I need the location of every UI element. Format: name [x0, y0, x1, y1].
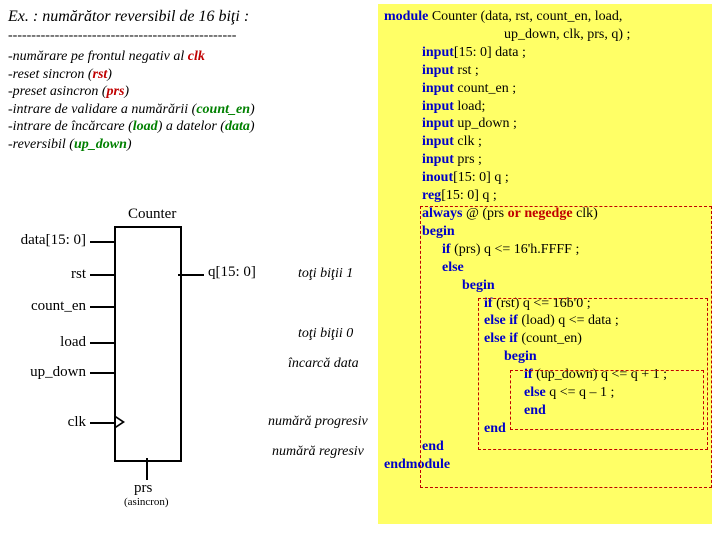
- pin-rst-line: [90, 274, 114, 276]
- code-port-q: inout[15: 0] q ;: [384, 169, 706, 187]
- spec-line-3: -preset asincron (prs): [8, 83, 368, 101]
- spec-line-2: -reset sincron (rst): [8, 66, 368, 84]
- code-if-prs: if (prs) q <= 16'h.FFFF ;: [384, 241, 706, 259]
- pin-counten-line: [90, 306, 114, 308]
- spec-line-6: -reversibil (up_down): [8, 136, 368, 154]
- code-begin3: begin: [384, 348, 706, 366]
- code-port-ce: input count_en ;: [384, 80, 706, 98]
- spec-line-4: -intrare de validare a numărării (count_…: [8, 101, 368, 119]
- verilog-code: module Counter (data, rst, count_en, loa…: [378, 4, 712, 524]
- code-else-dec: else q <= q – 1 ;: [384, 384, 706, 402]
- clk-edge-icon: [116, 416, 125, 428]
- spec-line-5: -intrare de încărcare (load) a datelor (…: [8, 118, 368, 136]
- code-begin2: begin: [384, 277, 706, 295]
- code-port-clk: input clk ;: [384, 133, 706, 151]
- pin-clk-line: [90, 422, 114, 424]
- pin-updown-label: up_down: [8, 364, 86, 381]
- code-end1: end: [384, 438, 706, 456]
- code-end2: end: [384, 420, 706, 438]
- pin-clk-label: clk: [8, 414, 86, 431]
- annot-all-zeros: toţi biţii 0: [298, 326, 353, 342]
- spec-line-1: -numărare pe frontul negativ al clk: [8, 48, 368, 66]
- code-else1: else: [384, 259, 706, 277]
- annot-count-down: numără regresiv: [272, 444, 364, 460]
- code-always: always @ (prs or negedge clk): [384, 205, 706, 223]
- pin-load-label: load: [8, 334, 86, 351]
- code-port-data: input[15: 0] data ;: [384, 44, 706, 62]
- block-diagram: Counter data[15: 0] rst count_en load up…: [8, 206, 378, 516]
- annot-load-data: încarcă data: [288, 356, 359, 372]
- code-module-decl2: up_down, clk, prs, q) ;: [384, 26, 706, 44]
- pin-counten-label: count_en: [8, 298, 86, 315]
- code-port-ud: input up_down ;: [384, 115, 706, 133]
- code-port-rst: input rst ;: [384, 62, 706, 80]
- pin-load-line: [90, 342, 114, 344]
- code-begin1: begin: [384, 223, 706, 241]
- counter-block-label: Counter: [128, 206, 176, 223]
- code-module-decl: module Counter (data, rst, count_en, loa…: [384, 8, 706, 26]
- pin-prs-label: prs: [134, 480, 152, 497]
- pin-data-line: [90, 241, 114, 243]
- example-title: Ex. : numărător reversibil de 16 biţi :: [8, 8, 368, 26]
- code-elseif-ce: else if (count_en): [384, 330, 706, 348]
- annot-count-up: numără progresiv: [268, 414, 368, 430]
- code-port-load: input load;: [384, 98, 706, 116]
- code-endmodule: endmodule: [384, 456, 706, 474]
- code-elseif-load: else if (load) q <= data ;: [384, 312, 706, 330]
- pin-prs-line: [146, 458, 148, 480]
- code-end3: end: [384, 402, 706, 420]
- code-reg-q: reg[15: 0] q ;: [384, 187, 706, 205]
- annot-all-ones: toţi biţii 1: [298, 266, 353, 282]
- pin-q-line: [178, 274, 204, 276]
- pin-updown-line: [90, 372, 114, 374]
- divider-dashes: ----------------------------------------…: [8, 28, 368, 44]
- pin-q-label: q[15: 0]: [208, 264, 256, 281]
- spec-list: -numărare pe frontul negativ al clk -res…: [8, 48, 368, 153]
- pin-data-label: data[15: 0]: [8, 232, 86, 249]
- pin-prs-note: (asincron): [124, 496, 169, 508]
- code-if-rst: if (rst) q <= 16b'0 ;: [384, 295, 706, 313]
- pin-rst-label: rst: [8, 266, 86, 283]
- left-column: Ex. : numărător reversibil de 16 biţi : …: [8, 8, 368, 153]
- code-port-prs: input prs ;: [384, 151, 706, 169]
- code-if-ud: if (up_down) q <= q + 1 ;: [384, 366, 706, 384]
